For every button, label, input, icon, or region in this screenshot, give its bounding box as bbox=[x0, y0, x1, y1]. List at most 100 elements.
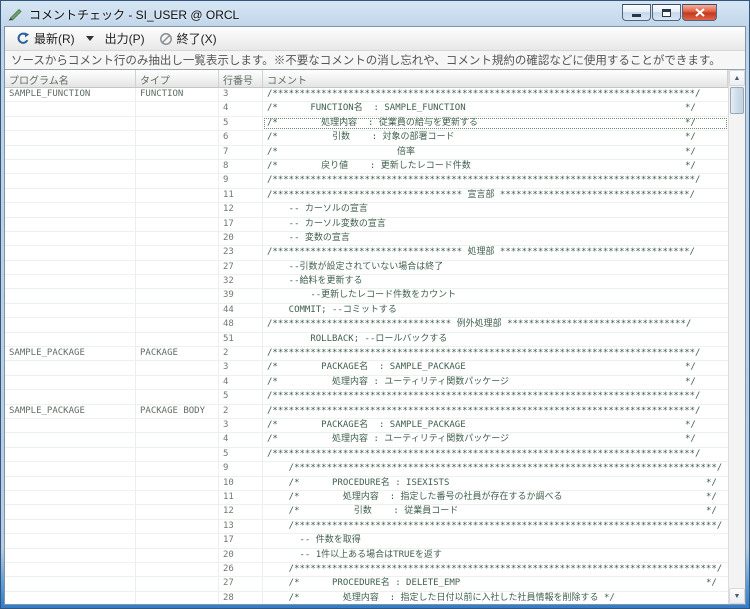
program-name-cell[interactable] bbox=[5, 333, 136, 346]
table-row[interactable]: 39 --更新したレコード件数をカウント bbox=[5, 289, 728, 303]
comment-cell[interactable]: COMMIT; --コミットする bbox=[263, 304, 728, 317]
table-row[interactable]: 51 ROLLBACK; --ロールバックする bbox=[5, 333, 728, 347]
close-button[interactable] bbox=[682, 4, 717, 21]
type-cell[interactable] bbox=[136, 577, 219, 590]
program-name-cell[interactable] bbox=[5, 232, 136, 245]
type-cell[interactable] bbox=[136, 117, 219, 130]
line-number-cell[interactable]: 10 bbox=[219, 477, 263, 490]
program-name-cell[interactable] bbox=[5, 549, 136, 562]
line-number-cell[interactable]: 27 bbox=[219, 577, 263, 590]
comment-cell[interactable]: /* FUNCTION名 : SAMPLE_FUNCTION*/ bbox=[263, 102, 728, 115]
program-name-cell[interactable] bbox=[5, 304, 136, 317]
line-number-cell[interactable]: 4 bbox=[219, 376, 263, 389]
program-name-cell[interactable] bbox=[5, 318, 136, 331]
line-number-cell[interactable]: 5 bbox=[219, 448, 263, 461]
line-number-cell[interactable]: 23 bbox=[219, 246, 263, 259]
program-name-cell[interactable] bbox=[5, 246, 136, 259]
comment-cell[interactable]: -- 件数を取得 bbox=[263, 534, 728, 547]
line-number-cell[interactable]: 5 bbox=[219, 390, 263, 403]
type-cell[interactable]: FUNCTION bbox=[136, 88, 219, 101]
comment-cell[interactable]: /*********************************** 処理部… bbox=[263, 246, 728, 259]
type-cell[interactable] bbox=[136, 203, 219, 216]
line-number-cell[interactable]: 4 bbox=[219, 433, 263, 446]
scroll-down-button[interactable]: ▼ bbox=[729, 588, 745, 604]
type-cell[interactable] bbox=[136, 592, 219, 604]
refresh-dropdown-button[interactable] bbox=[82, 33, 98, 44]
comment-cell[interactable]: /* 処理内容 : ユーティリティ関数パッケージ*/ bbox=[263, 376, 728, 389]
type-cell[interactable] bbox=[136, 433, 219, 446]
program-name-cell[interactable] bbox=[5, 534, 136, 547]
type-cell[interactable] bbox=[136, 131, 219, 144]
comment-cell[interactable]: /***************************************… bbox=[263, 448, 728, 461]
comment-cell[interactable]: --給料を更新する bbox=[263, 275, 728, 288]
type-cell[interactable] bbox=[136, 462, 219, 475]
comment-cell[interactable]: /*********************************** 宣言部… bbox=[263, 189, 728, 202]
comment-cell[interactable]: /* 処理内容 : 指定した日付以前に入社した社員情報を削除する */ bbox=[263, 592, 728, 604]
comment-cell[interactable]: /* PACKAGE名 : SAMPLE_PACKAGE*/ bbox=[263, 361, 728, 374]
type-cell[interactable]: PACKAGE bbox=[136, 347, 219, 360]
comment-cell[interactable]: ROLLBACK; --ロールバックする bbox=[263, 333, 728, 346]
comment-cell[interactable]: /***************************************… bbox=[263, 390, 728, 403]
program-name-cell[interactable] bbox=[5, 592, 136, 604]
line-number-cell[interactable]: 3 bbox=[219, 419, 263, 432]
table-row[interactable]: 11/*********************************** 宣… bbox=[5, 189, 728, 203]
comment-cell[interactable]: /***************************************… bbox=[263, 462, 728, 475]
type-cell[interactable]: PACKAGE BODY bbox=[136, 405, 219, 418]
line-number-cell[interactable]: 13 bbox=[219, 520, 263, 533]
type-cell[interactable] bbox=[136, 189, 219, 202]
comment-cell[interactable]: /* 引数 : 対象の部署コード*/ bbox=[263, 131, 728, 144]
comment-cell[interactable]: /* PROCEDURE名 : ISEXISTS*/ bbox=[263, 477, 728, 490]
type-cell[interactable] bbox=[136, 390, 219, 403]
table-row[interactable]: 3/* PACKAGE名 : SAMPLE_PACKAGE*/ bbox=[5, 419, 728, 433]
line-number-cell[interactable]: 20 bbox=[219, 549, 263, 562]
comment-cell[interactable]: /* 処理内容 : ユーティリティ関数パッケージ*/ bbox=[263, 433, 728, 446]
comment-cell[interactable]: -- 変数の宣言 bbox=[263, 232, 728, 245]
program-name-cell[interactable] bbox=[5, 433, 136, 446]
table-row[interactable]: SAMPLE_PACKAGEPACKAGE BODY2/************… bbox=[5, 405, 728, 419]
table-row[interactable]: 20 -- 変数の宣言 bbox=[5, 232, 728, 246]
type-cell[interactable] bbox=[136, 275, 219, 288]
program-name-cell[interactable] bbox=[5, 491, 136, 504]
table-row[interactable]: 27 --引数が設定されていない場合は終了 bbox=[5, 261, 728, 275]
type-cell[interactable] bbox=[136, 160, 219, 173]
program-name-cell[interactable] bbox=[5, 361, 136, 374]
type-cell[interactable] bbox=[136, 261, 219, 274]
line-number-cell[interactable]: 39 bbox=[219, 289, 263, 302]
table-row[interactable]: 26 /************************************… bbox=[5, 563, 728, 577]
type-cell[interactable] bbox=[136, 361, 219, 374]
line-number-cell[interactable]: 2 bbox=[219, 405, 263, 418]
line-number-cell[interactable]: 12 bbox=[219, 203, 263, 216]
comment-cell[interactable]: /********************************* 例外処理部… bbox=[263, 318, 728, 331]
table-row[interactable]: 8/* 戻り値 : 更新したレコード件数*/ bbox=[5, 160, 728, 174]
type-cell[interactable] bbox=[136, 289, 219, 302]
type-cell[interactable] bbox=[136, 505, 219, 518]
type-cell[interactable] bbox=[136, 318, 219, 331]
column-header-3[interactable]: コメント bbox=[263, 70, 728, 87]
program-name-cell[interactable] bbox=[5, 131, 136, 144]
program-name-cell[interactable] bbox=[5, 563, 136, 576]
program-name-cell[interactable] bbox=[5, 448, 136, 461]
line-number-cell[interactable]: 17 bbox=[219, 218, 263, 231]
table-row[interactable]: 20 -- 1件以上ある場合はTRUEを返す bbox=[5, 549, 728, 563]
line-number-cell[interactable]: 51 bbox=[219, 333, 263, 346]
scrollbar-thumb[interactable] bbox=[730, 87, 744, 114]
table-row[interactable]: SAMPLE_PACKAGEPACKAGE2/*****************… bbox=[5, 347, 728, 361]
table-row[interactable]: 13 /************************************… bbox=[5, 520, 728, 534]
line-number-cell[interactable]: 28 bbox=[219, 592, 263, 604]
program-name-cell[interactable]: SAMPLE_PACKAGE bbox=[5, 405, 136, 418]
table-row[interactable]: 32 --給料を更新する bbox=[5, 275, 728, 289]
line-number-cell[interactable]: 32 bbox=[219, 275, 263, 288]
line-number-cell[interactable]: 8 bbox=[219, 160, 263, 173]
line-number-cell[interactable]: 17 bbox=[219, 534, 263, 547]
comment-cell[interactable]: /***************************************… bbox=[263, 520, 728, 533]
program-name-cell[interactable] bbox=[5, 174, 136, 187]
line-number-cell[interactable]: 4 bbox=[219, 102, 263, 115]
type-cell[interactable] bbox=[136, 419, 219, 432]
titlebar[interactable]: コメントチェック - SI_USER @ ORCL bbox=[7, 3, 743, 25]
type-cell[interactable] bbox=[136, 174, 219, 187]
table-row[interactable]: 9 /*************************************… bbox=[5, 462, 728, 476]
program-name-cell[interactable] bbox=[5, 203, 136, 216]
line-number-cell[interactable]: 5 bbox=[219, 117, 263, 130]
table-row[interactable]: 5/**************************************… bbox=[5, 390, 728, 404]
comment-cell[interactable]: /***************************************… bbox=[263, 405, 728, 418]
